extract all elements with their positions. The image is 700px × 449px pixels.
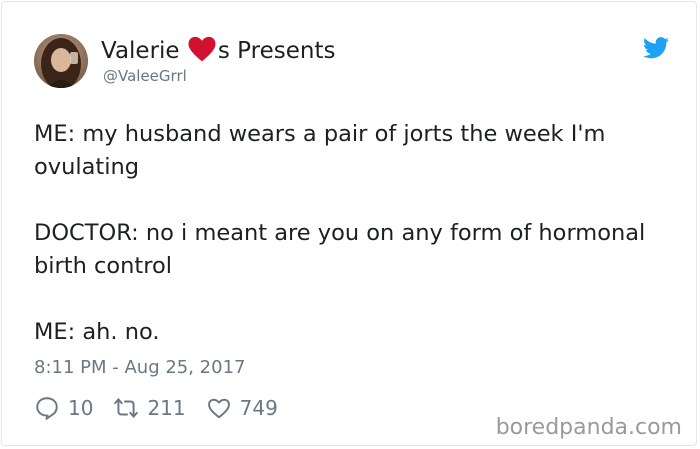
retweet-icon (114, 398, 139, 418)
tweet-text: ME: my husband wears a pair of jorts the… (34, 118, 674, 382)
tweet-card: Valerie s Presents @ValeeGrrl ME: my hus… (1, 1, 697, 446)
tweet-timestamp[interactable]: 8:11 PM - Aug 25, 2017 (34, 356, 246, 380)
reply-icon (36, 397, 58, 420)
like-icon (207, 398, 230, 419)
tweet-text-line-3: ME: ah. no. (34, 319, 160, 345)
like-count: 749 (239, 396, 278, 420)
watermark: boredpanda.com (495, 415, 682, 440)
user-handle[interactable]: @ValeeGrrl (103, 66, 187, 86)
display-name-part-1: Valerie (101, 38, 187, 64)
tweet-text-line-1: ME: my husband wears a pair of jorts the… (34, 121, 606, 180)
display-name[interactable]: Valerie s Presents (101, 35, 335, 66)
like-button[interactable]: 749 (206, 395, 278, 421)
avatar[interactable] (34, 34, 88, 88)
retweet-count: 211 (147, 396, 186, 420)
display-name-part-2: s Presents (217, 38, 336, 64)
retweet-button[interactable]: 211 (113, 395, 186, 421)
twitter-bird-icon[interactable] (643, 37, 669, 59)
heart-emoji-icon (187, 35, 217, 63)
tweet-actions: 10 211 749 (34, 394, 298, 422)
reply-button[interactable]: 10 (34, 395, 93, 421)
tweet-text-line-2: DOCTOR: no i meant are you on any form o… (34, 220, 646, 279)
reply-count: 10 (68, 396, 94, 420)
